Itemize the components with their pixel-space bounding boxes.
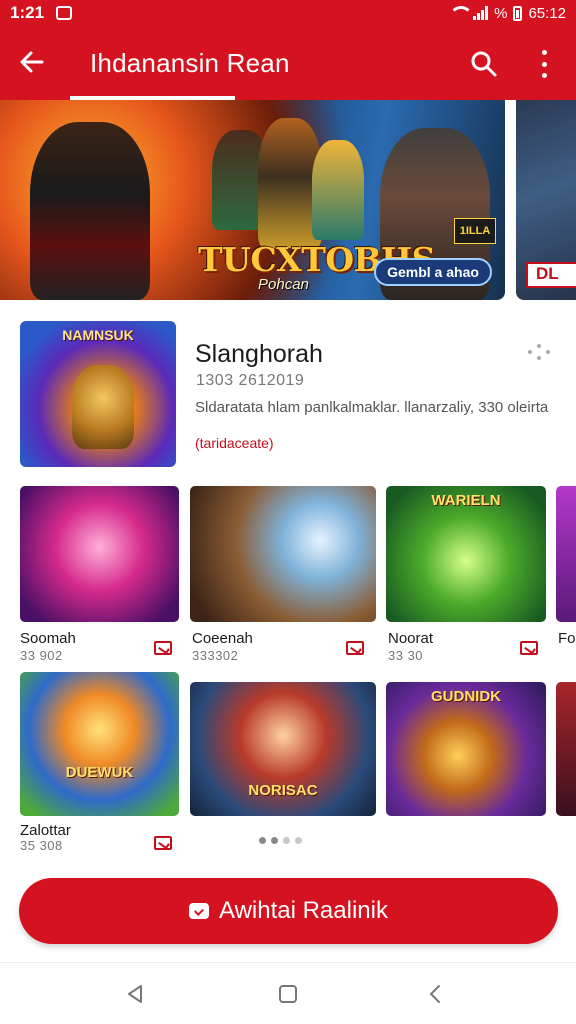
featured-thumbnail[interactable]: NAMNSUK xyxy=(20,321,176,467)
hero-logo-sub: Pohcan xyxy=(258,276,309,293)
game-card-sub: 35 308 xyxy=(20,838,63,853)
notification-icon xyxy=(56,6,73,20)
hero-banner-next[interactable]: DL xyxy=(516,100,576,300)
app-bar: Ihdanansin Rean xyxy=(0,26,576,100)
game-card-title[interactable]: Fo xyxy=(558,630,576,647)
nav-recents-icon[interactable] xyxy=(425,983,447,1005)
game-card-thumbnail[interactable] xyxy=(556,682,576,816)
status-icons: % 65:12 xyxy=(449,5,566,22)
pagination-dots[interactable] xyxy=(259,837,302,844)
signal-icon xyxy=(473,6,489,20)
battery-icon xyxy=(513,5,523,21)
share-icon[interactable] xyxy=(528,344,550,360)
bookmark-icon[interactable] xyxy=(346,641,364,655)
featured-title[interactable]: Slanghorah xyxy=(195,340,323,369)
bookmark-icon[interactable] xyxy=(154,641,172,655)
primary-action-label: Awihtai Raalinik xyxy=(219,897,388,924)
game-card-thumbnail[interactable]: NORISAC xyxy=(190,682,376,816)
nav-home-icon[interactable] xyxy=(277,983,299,1005)
game-card-sub: 33 902 xyxy=(20,648,63,663)
primary-action-button[interactable]: Awihtai Raalinik xyxy=(19,878,558,944)
battery-percent: % xyxy=(494,4,508,22)
game-card-thumbnail[interactable] xyxy=(190,486,376,622)
search-icon[interactable] xyxy=(470,50,498,78)
hero-action-button[interactable]: Gembl a ahao xyxy=(374,258,492,286)
hero-next-tag: DL xyxy=(526,262,576,288)
featured-description: Sldaratata hlam panlkalmaklar. llanarzal… xyxy=(195,399,549,416)
more-vert-icon[interactable] xyxy=(538,50,550,78)
game-card-thumbnail[interactable]: WARIELN xyxy=(386,486,546,622)
status-time: 1:21 xyxy=(10,3,45,22)
checkbox-icon xyxy=(189,903,209,919)
hero-corner-tag: 1ILLA xyxy=(454,218,496,244)
game-card-title[interactable]: Zalottar xyxy=(20,822,71,839)
game-card-thumbnail[interactable]: GUDNIDK xyxy=(386,682,546,816)
hero-banner[interactable]: 1ILLA TUCXTOBHS Pohcan Gembl a ahao xyxy=(0,100,505,300)
status-clock: 65:12 xyxy=(528,4,566,22)
bookmark-icon[interactable] xyxy=(154,836,172,850)
wifi-icon xyxy=(449,6,474,20)
bookmark-icon[interactable] xyxy=(520,641,538,655)
status-bar: 1:21 % 65:12 xyxy=(0,0,576,26)
game-card-thumbnail[interactable] xyxy=(20,486,179,622)
game-card-thumbnail[interactable]: DUEWUK xyxy=(20,672,179,816)
game-card-title[interactable]: Noorat xyxy=(388,630,433,647)
featured-meta: 1303 2612019 xyxy=(196,372,305,389)
system-nav-bar xyxy=(0,962,576,1024)
featured-tag[interactable]: (taridaceate) xyxy=(195,435,274,451)
game-card-sub: 333302 xyxy=(192,648,239,663)
back-arrow-icon[interactable] xyxy=(18,48,46,76)
nav-back-icon[interactable] xyxy=(124,983,146,1005)
game-card-title[interactable]: Coeenah xyxy=(192,630,253,647)
game-card-title[interactable]: Soomah xyxy=(20,630,76,647)
game-card-thumbnail[interactable] xyxy=(556,486,576,622)
game-card-sub: 33 30 xyxy=(388,648,424,663)
page-title: Ihdanansin Rean xyxy=(90,48,290,78)
featured-thumb-label: NAMNSUK xyxy=(62,327,134,343)
